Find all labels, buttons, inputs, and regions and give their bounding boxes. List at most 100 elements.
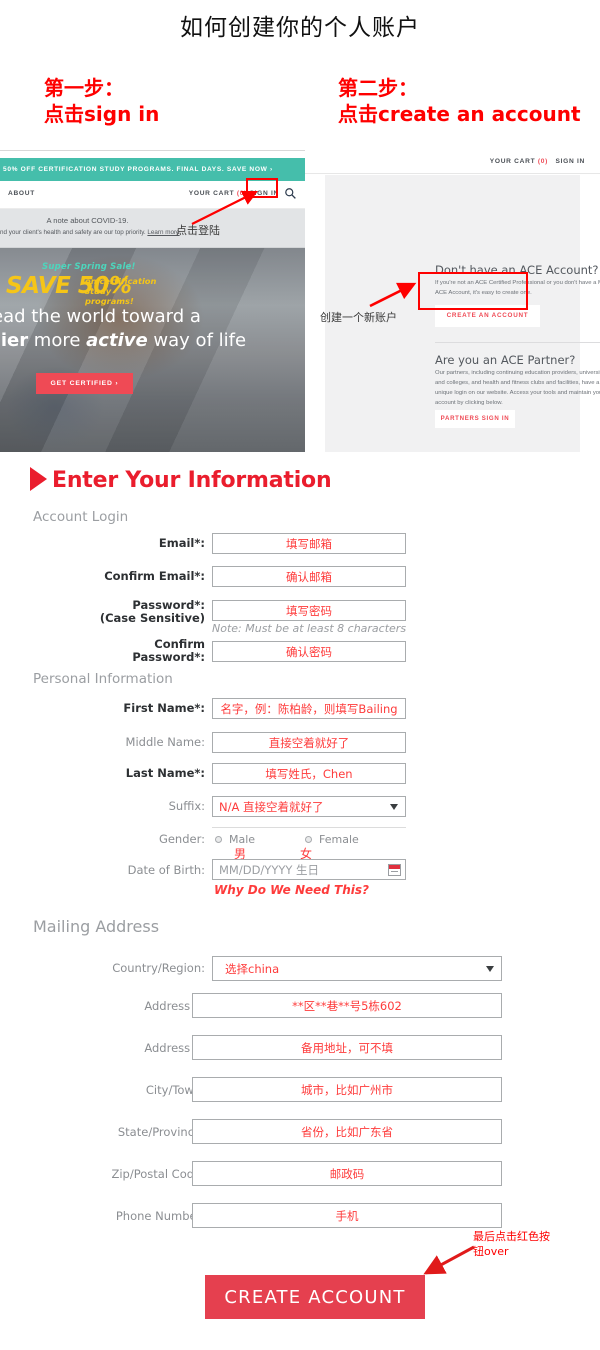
input-address-1-value: **区**巷**号5栋602 bbox=[292, 998, 402, 1013]
covid-learn-more-link[interactable]: Learn more bbox=[147, 229, 179, 236]
radio-male[interactable] bbox=[215, 836, 222, 843]
create-account-submit-button[interactable]: CREATE ACCOUNT bbox=[205, 1275, 425, 1319]
partner-description: Our partners, including continuing educa… bbox=[435, 370, 600, 406]
site-topnav-right: YOUR CART (0) SIGN IN bbox=[305, 150, 600, 174]
label-gender: Gender: bbox=[158, 832, 205, 846]
hero-headline-2-a: hier bbox=[0, 330, 29, 351]
input-middle-name-value: 直接空着就好了 bbox=[268, 735, 350, 750]
chevron-down-icon-country bbox=[486, 965, 494, 972]
select-country-region[interactable]: 选择china bbox=[212, 956, 502, 981]
hero-headline-2-d: way of life bbox=[147, 330, 247, 351]
input-city-town[interactable]: 城市，比如广州市 bbox=[192, 1077, 502, 1102]
label-address-1: Address 1: bbox=[144, 999, 205, 1013]
input-phone-number-value: 手机 bbox=[335, 1208, 359, 1223]
covid-notice-title: A note about COVID-19. bbox=[46, 216, 129, 225]
chevron-down-icon bbox=[390, 803, 398, 810]
triangle-bullet-icon bbox=[30, 467, 47, 491]
annotation-submit: 最后点击红色按 钮over bbox=[473, 1230, 550, 1260]
radio-female-label: Female bbox=[319, 833, 359, 846]
select-suffix-value: N/A 直接空着就好了 bbox=[219, 799, 324, 814]
step-2-line-1: 第二步： bbox=[338, 76, 418, 100]
annotation-sign-in-label: 点击登陆 bbox=[176, 224, 220, 237]
label-phone-number: Phone Number: bbox=[115, 1209, 205, 1223]
hero-spring-sale-text: Super Spring Sale! bbox=[42, 262, 136, 272]
input-password-value: 填写密码 bbox=[286, 603, 332, 618]
input-password[interactable]: 填写密码 bbox=[212, 600, 406, 621]
input-first-name[interactable]: 名字，例：陈柏龄，则填写Bailing bbox=[212, 698, 406, 719]
input-phone-number[interactable]: 手机 bbox=[192, 1203, 502, 1228]
annotation-arrow-submit bbox=[423, 1245, 475, 1275]
label-address-2: Address 2: bbox=[144, 1041, 205, 1055]
input-email-value: 填写邮箱 bbox=[286, 536, 332, 551]
gender-radio-group: Male 男 Female 女 bbox=[212, 827, 406, 861]
nav-item-sign-in-right[interactable]: SIGN IN bbox=[556, 158, 585, 165]
label-confirm-email: Confirm Email*: bbox=[104, 569, 205, 583]
input-confirm-email[interactable]: 确认邮箱 bbox=[212, 566, 406, 587]
hero-banner: Super Spring Sale! SAVE 50% on certifica… bbox=[0, 248, 305, 452]
input-confirm-password[interactable]: 确认密码 bbox=[212, 641, 406, 662]
input-confirm-password-value: 确认密码 bbox=[286, 644, 332, 659]
input-confirm-email-value: 确认邮箱 bbox=[286, 569, 332, 584]
partner-heading: Are you an ACE Partner? bbox=[435, 353, 576, 367]
input-city-town-value: 城市，比如广州市 bbox=[301, 1082, 393, 1097]
input-zip-postal-code[interactable]: 邮政码 bbox=[192, 1161, 502, 1186]
hero-headline-2: hier more active way of life bbox=[0, 330, 246, 351]
why-do-we-need-this-link[interactable]: Why Do We Need This? bbox=[214, 883, 369, 897]
step-1-line-2: 点击sign in bbox=[44, 101, 160, 126]
covid-notice-body: nd your client's health and safety are o… bbox=[0, 229, 146, 236]
radio-female[interactable] bbox=[305, 836, 312, 843]
hero-headline-1: ead the world toward a bbox=[0, 306, 201, 327]
input-address-1[interactable]: **区**巷**号5栋602 bbox=[192, 993, 502, 1018]
annotation-box-create-account bbox=[418, 272, 528, 310]
step-1-caption: 第一步： 点击sign in bbox=[44, 76, 159, 127]
label-zip-postal-code: Zip/Postal Code: bbox=[111, 1167, 205, 1181]
input-state-province[interactable]: 省份，比如广东省 bbox=[192, 1119, 502, 1144]
step-2-caption: 第二步： 点击create an account bbox=[338, 76, 581, 127]
annotation-submit-line-1: 最后点击红色按 bbox=[473, 1230, 550, 1243]
input-state-province-value: 省份，比如广东省 bbox=[301, 1124, 393, 1139]
input-date-of-birth-value: MM/DD/YYYY 生日 bbox=[219, 862, 320, 877]
label-confirm-password-line-2: Password*: bbox=[132, 649, 205, 664]
input-email[interactable]: 填写邮箱 bbox=[212, 533, 406, 554]
label-date-of-birth: Date of Birth: bbox=[127, 863, 205, 877]
annotation-create-account-label: 创建一个新账户 bbox=[320, 311, 397, 324]
input-zip-postal-code-value: 邮政码 bbox=[329, 1166, 365, 1181]
label-first-name: First Name*: bbox=[123, 701, 205, 715]
input-date-of-birth[interactable]: MM/DD/YYYY 生日 bbox=[212, 859, 406, 880]
annotation-arrow-create-account bbox=[369, 282, 417, 308]
input-address-2-value: 备用地址，可不填 bbox=[301, 1040, 393, 1055]
covid-notice-text: nd your client's health and safety are o… bbox=[0, 229, 180, 236]
input-middle-name[interactable]: 直接空着就好了 bbox=[212, 732, 406, 753]
hero-oncert-text: on certification study programs! bbox=[85, 276, 157, 307]
panel-divider bbox=[435, 342, 600, 343]
label-password-line-2: (Case Sensitive) bbox=[99, 610, 205, 625]
section-mailing-address: Mailing Address bbox=[33, 917, 160, 936]
calendar-icon[interactable] bbox=[388, 864, 401, 876]
label-password: Password*: (Case Sensitive) bbox=[60, 599, 205, 625]
page-title: 如何创建你的个人账户 bbox=[180, 15, 420, 41]
label-last-name: Last Name*: bbox=[125, 766, 205, 780]
select-suffix[interactable]: N/A 直接空着就好了 bbox=[212, 796, 406, 817]
input-first-name-value: 名字，例：陈柏龄，则填写Bailing bbox=[220, 701, 398, 716]
label-country-region: Country/Region: bbox=[112, 961, 205, 975]
label-suffix: Suffix: bbox=[168, 799, 205, 813]
hero-headline-2-b: more bbox=[28, 330, 87, 351]
label-confirm-password: Confirm Password*: bbox=[60, 638, 205, 664]
input-address-2[interactable]: 备用地址，可不填 bbox=[192, 1035, 502, 1060]
label-email: Email*: bbox=[158, 536, 205, 550]
input-last-name-value: 填写姓氏，Chen bbox=[265, 766, 353, 781]
label-middle-name: Middle Name: bbox=[125, 735, 205, 749]
label-state-province: State/Province: bbox=[117, 1125, 205, 1139]
section-personal-information: Personal Information bbox=[33, 671, 173, 687]
get-certified-button[interactable]: GET CERTIFIED › bbox=[36, 373, 133, 394]
nav-item-cart-right[interactable]: YOUR CART (0) bbox=[490, 158, 548, 165]
select-country-region-value: 选择china bbox=[225, 961, 280, 976]
search-icon[interactable] bbox=[284, 187, 297, 200]
nav-item-about[interactable]: ABOUT bbox=[8, 190, 35, 197]
step-2-line-2: 点击create an account bbox=[338, 101, 581, 126]
partners-sign-in-button[interactable]: PARTNERS SIGN IN bbox=[435, 410, 515, 428]
input-last-name[interactable]: 填写姓氏，Chen bbox=[212, 763, 406, 784]
hero-headline-2-c: active bbox=[86, 330, 148, 351]
form-heading: Enter Your Information bbox=[52, 468, 332, 493]
label-city-town: City/Town: bbox=[145, 1083, 205, 1097]
